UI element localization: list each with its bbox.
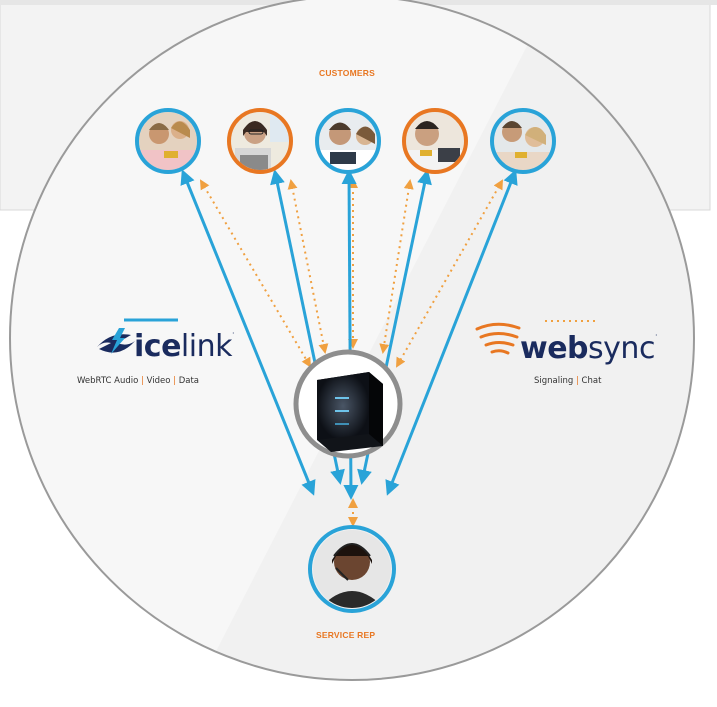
customers-label: CUSTOMERS xyxy=(319,68,375,78)
icelink-wordmark-bold: ice xyxy=(134,329,181,364)
icelink-wordmark: icelink· xyxy=(134,329,235,364)
customer-avatar-5 xyxy=(490,108,556,174)
customer-avatar-4 xyxy=(402,108,468,174)
icelink-subtitle-audio: WebRTC Audio xyxy=(77,376,139,386)
icelink-subtitle-video: Video xyxy=(146,376,171,386)
websync-wordmark-light: sync xyxy=(588,331,655,366)
websync-trademark: · xyxy=(654,331,658,340)
websync-wordmark: websync· xyxy=(520,331,658,366)
server-node xyxy=(293,349,403,459)
diagram-stage: CUSTOMERS SERVICE REP icelink· WebRTC Au… xyxy=(0,0,717,702)
icelink-subtitle-data: Data xyxy=(178,376,199,386)
websync-subtitle: Signaling | Chat xyxy=(534,376,601,386)
customer-avatar-3 xyxy=(315,108,381,174)
icelink-subtitle: WebRTC Audio | Video | Data xyxy=(77,376,199,386)
icelink-wordmark-light: link xyxy=(180,329,233,364)
websync-subtitle-signaling: Signaling xyxy=(534,376,574,386)
icelink-trademark: · xyxy=(231,329,235,338)
service-rep-label: SERVICE REP xyxy=(316,630,376,640)
customer-avatar-1 xyxy=(135,108,201,174)
websync-subtitle-separator: | xyxy=(575,376,579,386)
server-icon xyxy=(317,372,383,452)
websync-subtitle-chat: Chat xyxy=(581,376,602,386)
icelink-subtitle-separator-1: | xyxy=(141,376,144,386)
service-rep-avatar xyxy=(308,525,396,613)
icelink-subtitle-separator-2: | xyxy=(173,376,176,386)
customer-avatar-2 xyxy=(227,108,293,174)
websync-wordmark-bold: web xyxy=(520,331,589,366)
